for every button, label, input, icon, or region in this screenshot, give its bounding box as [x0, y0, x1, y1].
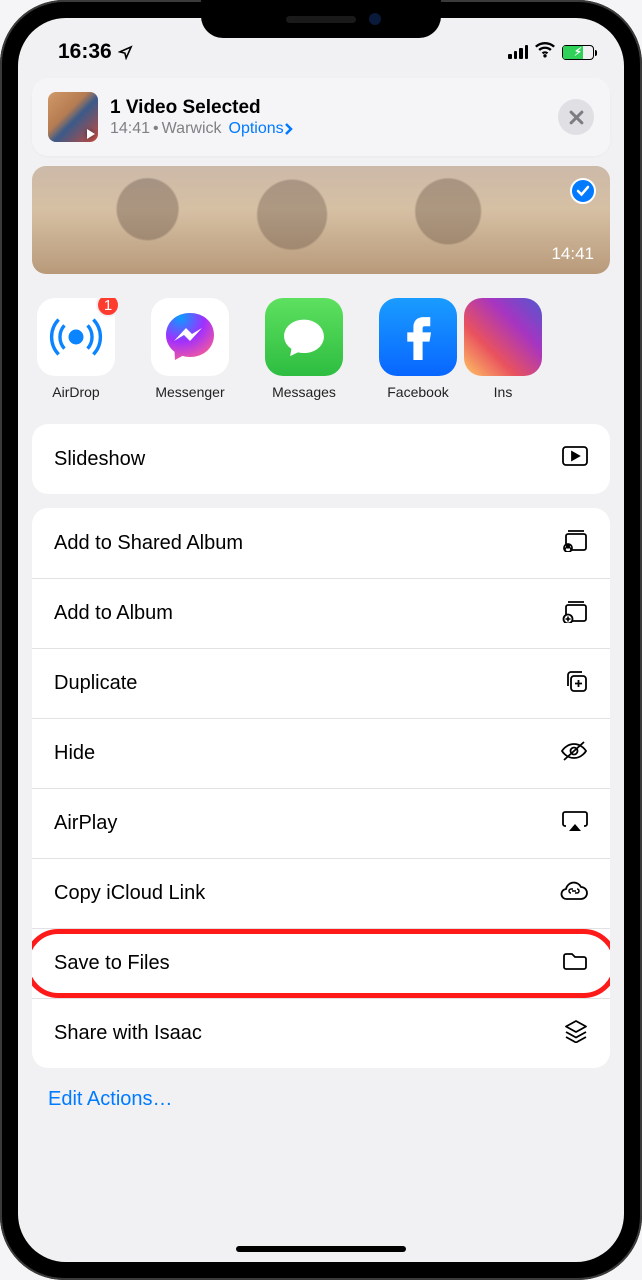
play-rect-icon	[562, 446, 588, 472]
home-indicator[interactable]	[236, 1246, 406, 1252]
cellular-icon	[508, 45, 528, 59]
action-add-shared-album[interactable]: Add to Shared Album	[32, 508, 610, 578]
album-add-icon	[562, 599, 588, 629]
status-time: 16:36	[58, 40, 112, 64]
app-facebook[interactable]: Facebook	[374, 298, 462, 400]
media-preview[interactable]: 14:41	[32, 166, 610, 274]
airplay-icon	[562, 810, 588, 838]
action-add-album[interactable]: Add to Album	[32, 578, 610, 648]
location-icon	[118, 45, 133, 60]
action-airplay[interactable]: AirPlay	[32, 788, 610, 858]
play-overlay-icon	[87, 129, 95, 139]
action-copy-icloud-link[interactable]: Copy iCloud Link	[32, 858, 610, 928]
speaker-grill	[286, 16, 356, 23]
airdrop-badge: 1	[96, 298, 120, 317]
share-apps-row[interactable]: 1 AirDrop Messenger Messages F	[32, 298, 624, 400]
video-duration: 14:41	[551, 244, 594, 264]
close-button[interactable]	[558, 99, 594, 135]
share-meta: 14:41 • Warwick Options	[110, 120, 294, 138]
selection-check-icon	[570, 178, 596, 204]
action-share-with-isaac[interactable]: Share with Isaac	[32, 998, 610, 1068]
airdrop-icon: 1	[37, 298, 115, 376]
eye-slash-icon	[560, 740, 588, 768]
share-header: 1 Video Selected 14:41 • Warwick Options	[32, 78, 610, 156]
messenger-icon	[151, 298, 229, 376]
action-duplicate[interactable]: Duplicate	[32, 648, 610, 718]
app-messenger[interactable]: Messenger	[146, 298, 234, 400]
action-save-to-files[interactable]: Save to Files	[32, 928, 610, 998]
battery-icon: ⚡︎	[562, 45, 594, 60]
chevron-right-icon	[284, 122, 294, 136]
folder-icon	[562, 951, 588, 977]
phone-frame: 16:36 ⚡︎ 1 Video Selected	[0, 0, 642, 1280]
app-messages[interactable]: Messages	[260, 298, 348, 400]
front-camera	[369, 13, 381, 25]
app-airdrop[interactable]: 1 AirDrop	[32, 298, 120, 400]
layers-icon	[564, 1019, 588, 1049]
action-group-slideshow: Slideshow	[32, 424, 610, 494]
share-title: 1 Video Selected	[110, 97, 294, 119]
shared-album-icon	[562, 528, 588, 558]
edit-actions-button[interactable]: Edit Actions…	[48, 1088, 594, 1111]
close-icon	[569, 110, 584, 125]
messages-icon	[265, 298, 343, 376]
action-hide[interactable]: Hide	[32, 718, 610, 788]
action-group-main: Add to Shared Album Add to Album Duplica…	[32, 508, 610, 1068]
options-button[interactable]: Options	[229, 120, 294, 138]
duplicate-icon	[564, 669, 588, 699]
cloud-link-icon	[560, 881, 588, 907]
instagram-icon	[464, 298, 542, 376]
action-slideshow[interactable]: Slideshow	[32, 424, 610, 494]
wifi-icon	[535, 40, 555, 64]
facebook-icon	[379, 298, 457, 376]
selected-thumbnail[interactable]	[48, 92, 98, 142]
notch	[201, 0, 441, 38]
screen: 16:36 ⚡︎ 1 Video Selected	[18, 18, 624, 1262]
app-instagram[interactable]: Ins	[488, 298, 518, 400]
